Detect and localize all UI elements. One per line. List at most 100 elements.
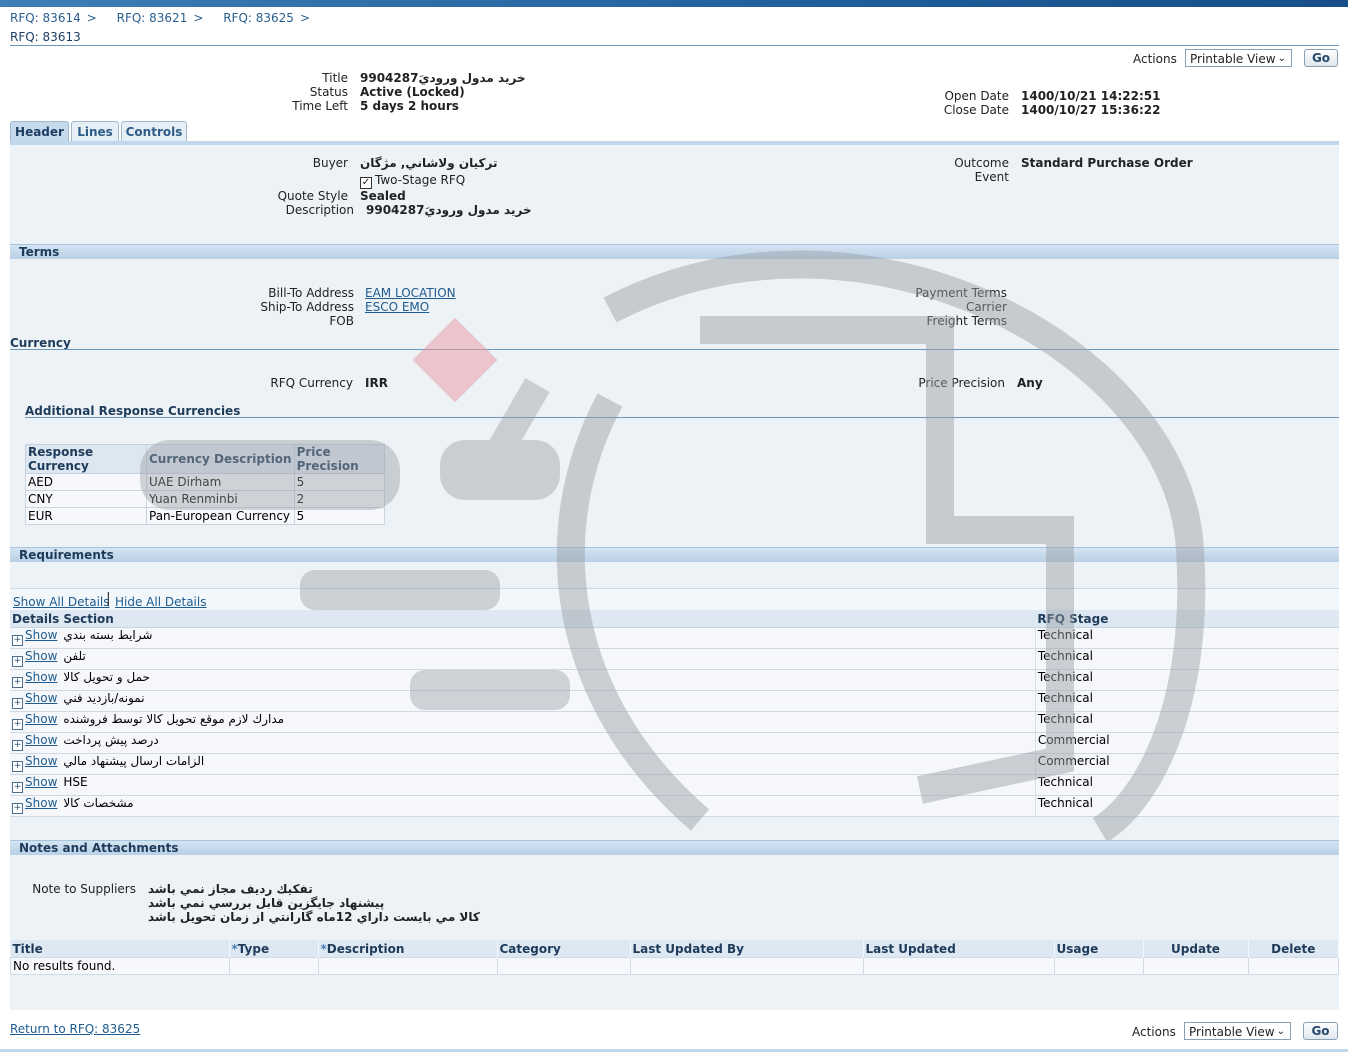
actions-select-value: Printable View	[1189, 1025, 1275, 1039]
column-header: Delete	[1248, 940, 1339, 958]
cell: UAE Dirham	[146, 473, 295, 491]
breadcrumb-link[interactable]: RFQ: 83614	[10, 11, 81, 25]
expand-icon[interactable]: +	[12, 803, 23, 814]
outcome-label: Outcome	[954, 156, 1009, 170]
column-header: Usage	[1054, 940, 1144, 958]
page-title: RFQ: 83613	[10, 30, 81, 44]
stage-cell: Technical	[1035, 795, 1339, 817]
table-row: CNY Yuan Renminbi 2	[25, 490, 385, 508]
chevron-down-icon: ⌄	[1276, 1026, 1285, 1037]
stage-cell: Technical	[1035, 690, 1339, 712]
expand-icon[interactable]: +	[12, 635, 23, 646]
go-button-bottom[interactable]: Go	[1303, 1022, 1338, 1040]
bill-to-link[interactable]: EAM LOCATION	[365, 286, 456, 300]
empty-message: No results found.	[10, 957, 230, 975]
status-label: Status	[309, 85, 348, 99]
details-cell: + Show	[10, 627, 62, 649]
expand-icon[interactable]: +	[12, 782, 23, 793]
breadcrumb-separator: >	[299, 11, 310, 25]
table-row: No results found.	[10, 957, 1339, 975]
return-link[interactable]: Return to RFQ: 83625	[10, 1022, 140, 1036]
notes-section-header: Notes and Attachments	[10, 840, 1339, 855]
stage-cell: Technical	[1035, 669, 1339, 691]
stage-cell: Technical	[1035, 648, 1339, 670]
table-row: + Show درصد پيش پرداخت Commercial	[10, 732, 1339, 754]
column-header: Response Currency	[25, 444, 147, 474]
show-details-link[interactable]: Show	[25, 670, 57, 684]
actions-label-bottom: Actions	[1132, 1025, 1176, 1039]
cell: Yuan Renminbi	[146, 490, 295, 508]
table-row: + Show نمونه/بازديد فني Technical	[10, 690, 1339, 712]
column-header: *Description	[318, 940, 498, 958]
column-header-label: Description	[326, 941, 405, 956]
breadcrumb-link[interactable]: RFQ: 83625	[223, 11, 294, 25]
column-header: Last Updated	[863, 940, 1055, 958]
freight-terms-label: Freight Terms	[926, 314, 1008, 328]
cell	[228, 957, 319, 975]
price-precision-label: Price Precision	[918, 376, 1005, 390]
cell: 2	[293, 490, 385, 508]
column-header: Title	[10, 940, 230, 958]
breadcrumb-separator: >	[193, 11, 204, 25]
column-header: Section	[61, 610, 1036, 628]
tab-lines[interactable]: Lines	[71, 121, 119, 142]
close-date-value: 1400/10/27 15:36:22	[1021, 103, 1161, 117]
show-details-link[interactable]: Show	[25, 754, 57, 768]
close-date-label: Close Date	[943, 103, 1009, 117]
details-cell: + Show	[10, 669, 62, 691]
column-header: *Type	[229, 940, 319, 958]
tab-controls[interactable]: Controls	[121, 121, 187, 142]
chevron-down-icon: ⌄	[1277, 53, 1286, 64]
actions-label: Actions	[1133, 52, 1177, 66]
additional-divider	[25, 417, 1339, 418]
check-icon: ✓	[360, 177, 372, 189]
actions-select-value: Printable View	[1190, 52, 1276, 66]
show-details-link[interactable]: Show	[25, 628, 57, 642]
expand-icon[interactable]: +	[12, 719, 23, 730]
show-details-link[interactable]: Show	[25, 733, 57, 747]
cell: CNY	[25, 490, 147, 508]
stage-cell: Technical	[1035, 627, 1339, 649]
buyer-label: Buyer	[312, 156, 348, 170]
description-value: خريد مدول وروديَ9904287	[366, 203, 532, 217]
time-left-value: 5 days 2 hours	[360, 99, 459, 113]
expand-icon[interactable]: +	[12, 740, 23, 751]
breadcrumb-link[interactable]: RFQ: 83621	[117, 11, 188, 25]
expand-icon[interactable]: +	[12, 677, 23, 688]
quote-style-value: Sealed	[360, 189, 406, 203]
two-stage-rfq: ✓ Two-Stage RFQ	[360, 173, 465, 189]
show-all-details-link[interactable]: Show All Details	[13, 595, 110, 609]
expand-icon[interactable]: +	[12, 698, 23, 709]
expand-icon[interactable]: +	[12, 656, 23, 667]
cell: AED	[25, 473, 147, 491]
column-header: Details	[10, 610, 62, 628]
section-cell: الزامات ارسال پيشنهاد مالي	[61, 753, 1036, 775]
cell	[1053, 957, 1144, 975]
expand-icon[interactable]: +	[12, 761, 23, 772]
show-details-link[interactable]: Show	[25, 649, 57, 663]
show-details-link[interactable]: Show	[25, 691, 57, 705]
show-details-link[interactable]: Show	[25, 796, 57, 810]
payment-terms-label: Payment Terms	[915, 286, 1007, 300]
hide-all-details-link[interactable]: Hide All Details	[115, 595, 206, 609]
section-cell: شرايط بسته بندي	[61, 627, 1036, 649]
table-row: + Show حمل و تحويل كالا Technical	[10, 669, 1339, 691]
requirements-section-header: Requirements	[10, 547, 1339, 562]
tab-header[interactable]: Header	[10, 121, 69, 142]
actions-select[interactable]: Printable View ⌄	[1185, 49, 1292, 67]
table-row: + Show تلفن Technical	[10, 648, 1339, 670]
go-button[interactable]: Go	[1304, 49, 1338, 67]
cell	[1142, 957, 1249, 975]
header-panel	[10, 145, 1339, 1010]
actions-select-bottom[interactable]: Printable View ⌄	[1184, 1022, 1291, 1040]
section-cell: مشخصات كالا	[61, 795, 1036, 817]
carrier-label: Carrier	[965, 300, 1007, 314]
show-details-link[interactable]: Show	[25, 712, 57, 726]
column-header-label: Type	[237, 941, 270, 956]
response-currency-table: Response Currency Currency Description P…	[25, 444, 385, 525]
ship-to-link[interactable]: ESCO EMO	[365, 300, 429, 314]
show-details-link[interactable]: Show	[25, 775, 57, 789]
cell	[496, 957, 631, 975]
top-brand-bar	[0, 0, 1348, 7]
section-cell: HSE	[61, 774, 1036, 796]
